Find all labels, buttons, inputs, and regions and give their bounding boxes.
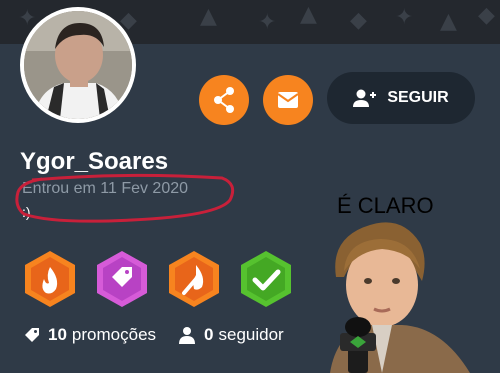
fire-badge: [25, 251, 75, 307]
tag-badge: [97, 251, 147, 307]
follow-label: SEGUIR: [387, 89, 449, 106]
check-badge: [241, 251, 291, 307]
mail-icon: [277, 92, 299, 108]
avatar[interactable]: [20, 7, 136, 123]
share-icon: [214, 87, 234, 113]
followers-count: 0: [204, 325, 214, 344]
person-add-icon: [353, 89, 377, 107]
profile-stats: 10 promoções 0 seguidor: [24, 325, 284, 345]
promotions-label: promoções: [71, 325, 157, 344]
flame-pen-badge: [169, 251, 219, 307]
message-button[interactable]: [263, 75, 313, 125]
followers-label: seguidor: [218, 325, 284, 344]
annotation-circle: [15, 173, 235, 223]
promotions-count: 10: [48, 325, 67, 344]
share-button[interactable]: [199, 75, 249, 125]
meme-image: [330, 222, 470, 373]
follow-button[interactable]: SEGUIR: [327, 72, 475, 124]
person-icon: [179, 327, 196, 344]
tag-icon: [25, 328, 39, 342]
